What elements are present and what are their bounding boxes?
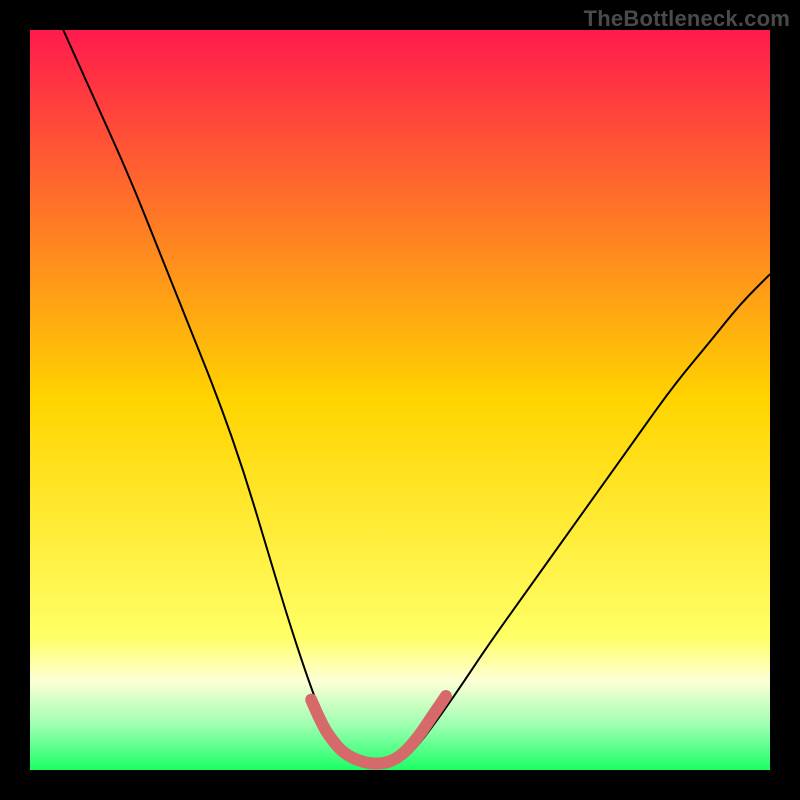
- chart-stage: TheBottleneck.com: [0, 0, 800, 800]
- plot-background: [30, 30, 770, 770]
- bottleneck-chart: [0, 0, 800, 800]
